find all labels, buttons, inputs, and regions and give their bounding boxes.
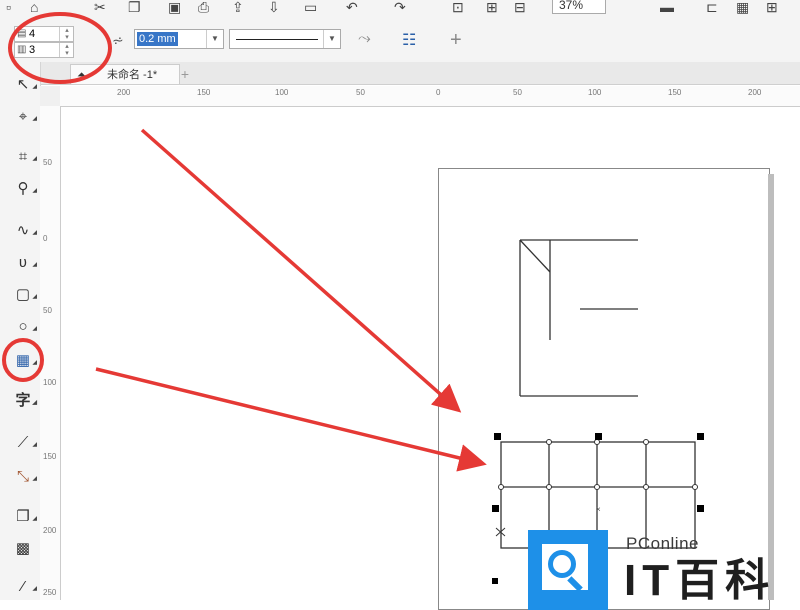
line-drawing[interactable] [519, 239, 638, 397]
highlight-circle-table-tool [2, 338, 44, 382]
table-node-markers[interactable] [498, 439, 698, 490]
watermark-brand-cn: IT百科 [624, 556, 776, 605]
canvas-overlay: × [2, 12, 704, 584]
pconline-logo-icon [528, 530, 608, 610]
watermark-brand: PConline [626, 534, 699, 553]
center-marker-icon: × [596, 505, 601, 514]
arrow-to-table [95, 367, 487, 472]
arrow-to-drawing [140, 128, 462, 413]
highlight-circle-rows-cols [8, 12, 112, 84]
